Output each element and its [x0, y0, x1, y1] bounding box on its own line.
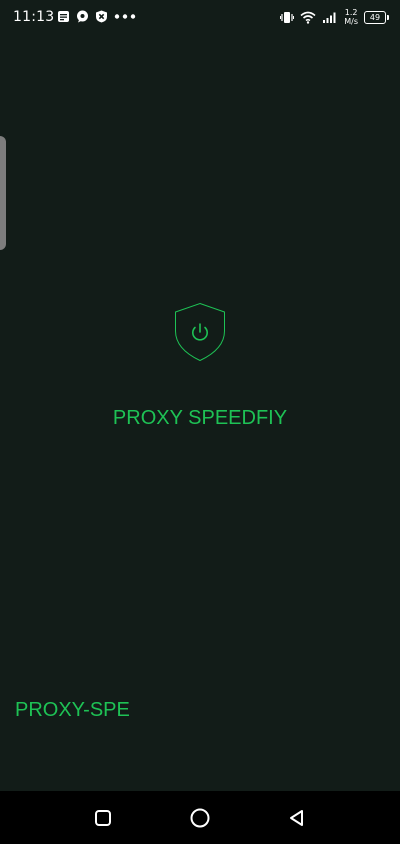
network-speed-value: 1.2: [344, 8, 358, 17]
status-bar: 11:13 1.2 M/s 49: [0, 0, 400, 34]
network-speed: 1.2 M/s: [344, 8, 358, 26]
chat-bubble-icon: [77, 10, 88, 23]
battery-icon: 49: [364, 10, 389, 24]
more-dots-icon: [114, 14, 136, 19]
notification-icons: [57, 10, 136, 23]
wifi-icon: [300, 11, 316, 24]
status-time: 11:13: [13, 9, 55, 25]
shield-power-icon[interactable]: [174, 302, 226, 362]
system-status-icons: 1.2 M/s 49: [280, 8, 389, 26]
recent-apps-icon: [95, 810, 111, 826]
home-button[interactable]: [187, 805, 213, 831]
back-icon: [290, 810, 303, 826]
blocked-app-icon: [96, 10, 107, 23]
navigation-bar: [0, 791, 400, 844]
footer-label: PROXY-SPE: [15, 699, 130, 721]
recent-apps-button[interactable]: [90, 805, 116, 831]
home-icon: [190, 808, 210, 828]
signal-icon: [323, 12, 336, 23]
battery-level: 49: [369, 12, 381, 22]
vibrate-icon: [280, 11, 295, 23]
network-speed-unit: M/s: [344, 17, 358, 26]
app-title: PROXY SPEEDFIY: [112, 407, 288, 429]
back-button[interactable]: [284, 805, 310, 831]
side-panel-handle[interactable]: [0, 136, 6, 250]
message-icon: [58, 11, 69, 22]
